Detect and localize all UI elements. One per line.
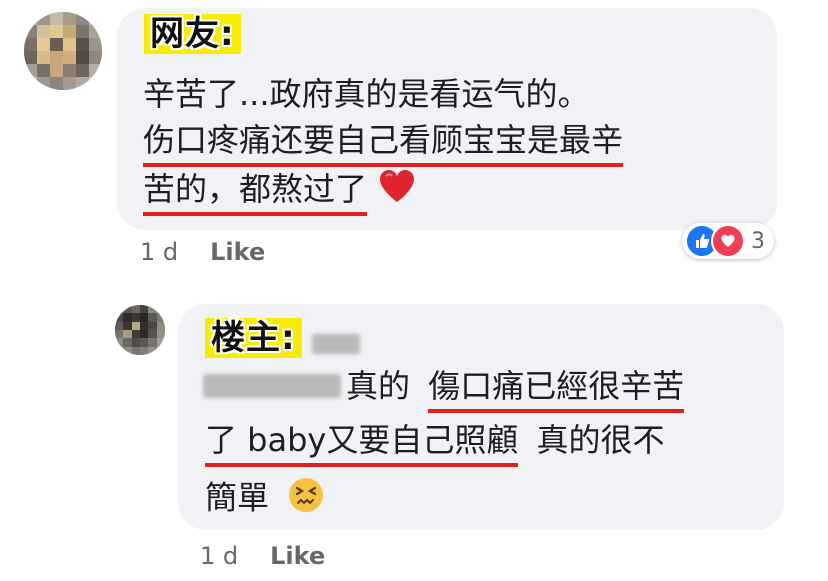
avatar-mosaic xyxy=(115,305,165,355)
reply-line: 簡單 xyxy=(205,476,325,523)
reply-text: 真的 xyxy=(346,367,411,405)
reaction-count: 3 xyxy=(751,228,765,254)
reply-text: 真的很不 xyxy=(536,421,665,459)
reply-meta: 1 d Like xyxy=(200,542,325,570)
author-label[interactable]: 楼主: xyxy=(205,318,302,358)
like-button[interactable]: Like xyxy=(270,542,325,570)
author-label[interactable]: 网友: xyxy=(144,14,241,54)
like-button[interactable]: Like xyxy=(210,238,265,266)
highlighted-text: 伤口疼痛还要自己看顾宝宝是最辛 xyxy=(143,121,624,167)
highlighted-text: 苦的，都熬过了 xyxy=(143,169,368,216)
love-icon xyxy=(711,224,745,258)
comment-line: 苦的，都熬过了 xyxy=(143,168,417,216)
redacted-mention xyxy=(203,374,341,398)
reply-line: 真的 傷口痛已經很辛苦 xyxy=(346,366,685,413)
comment-line: 辛苦了...政府真的是看运气的。 xyxy=(143,75,590,113)
comment-meta: 1 d Like xyxy=(140,238,265,266)
highlighted-text: 了 baby又要自己照顧 xyxy=(205,421,519,467)
redacted-name xyxy=(312,334,360,354)
comment-line: 伤口疼痛还要自己看顾宝宝是最辛 xyxy=(143,120,624,167)
commenter-avatar[interactable] xyxy=(24,12,102,90)
reply-author-avatar[interactable] xyxy=(115,305,165,355)
reply-text: 簡單 xyxy=(205,478,270,517)
timestamp: 1 d xyxy=(140,238,179,266)
highlighted-text: 傷口痛已經很辛苦 xyxy=(428,367,685,413)
timestamp: 1 d xyxy=(200,542,239,570)
reaction-summary[interactable]: 3 xyxy=(682,223,774,259)
confounded-face-emoji-icon xyxy=(287,476,325,523)
avatar-mosaic xyxy=(24,12,102,90)
heart-emoji-icon xyxy=(377,168,417,213)
reply-line: 了 baby又要自己照顧 真的很不 xyxy=(205,420,665,467)
